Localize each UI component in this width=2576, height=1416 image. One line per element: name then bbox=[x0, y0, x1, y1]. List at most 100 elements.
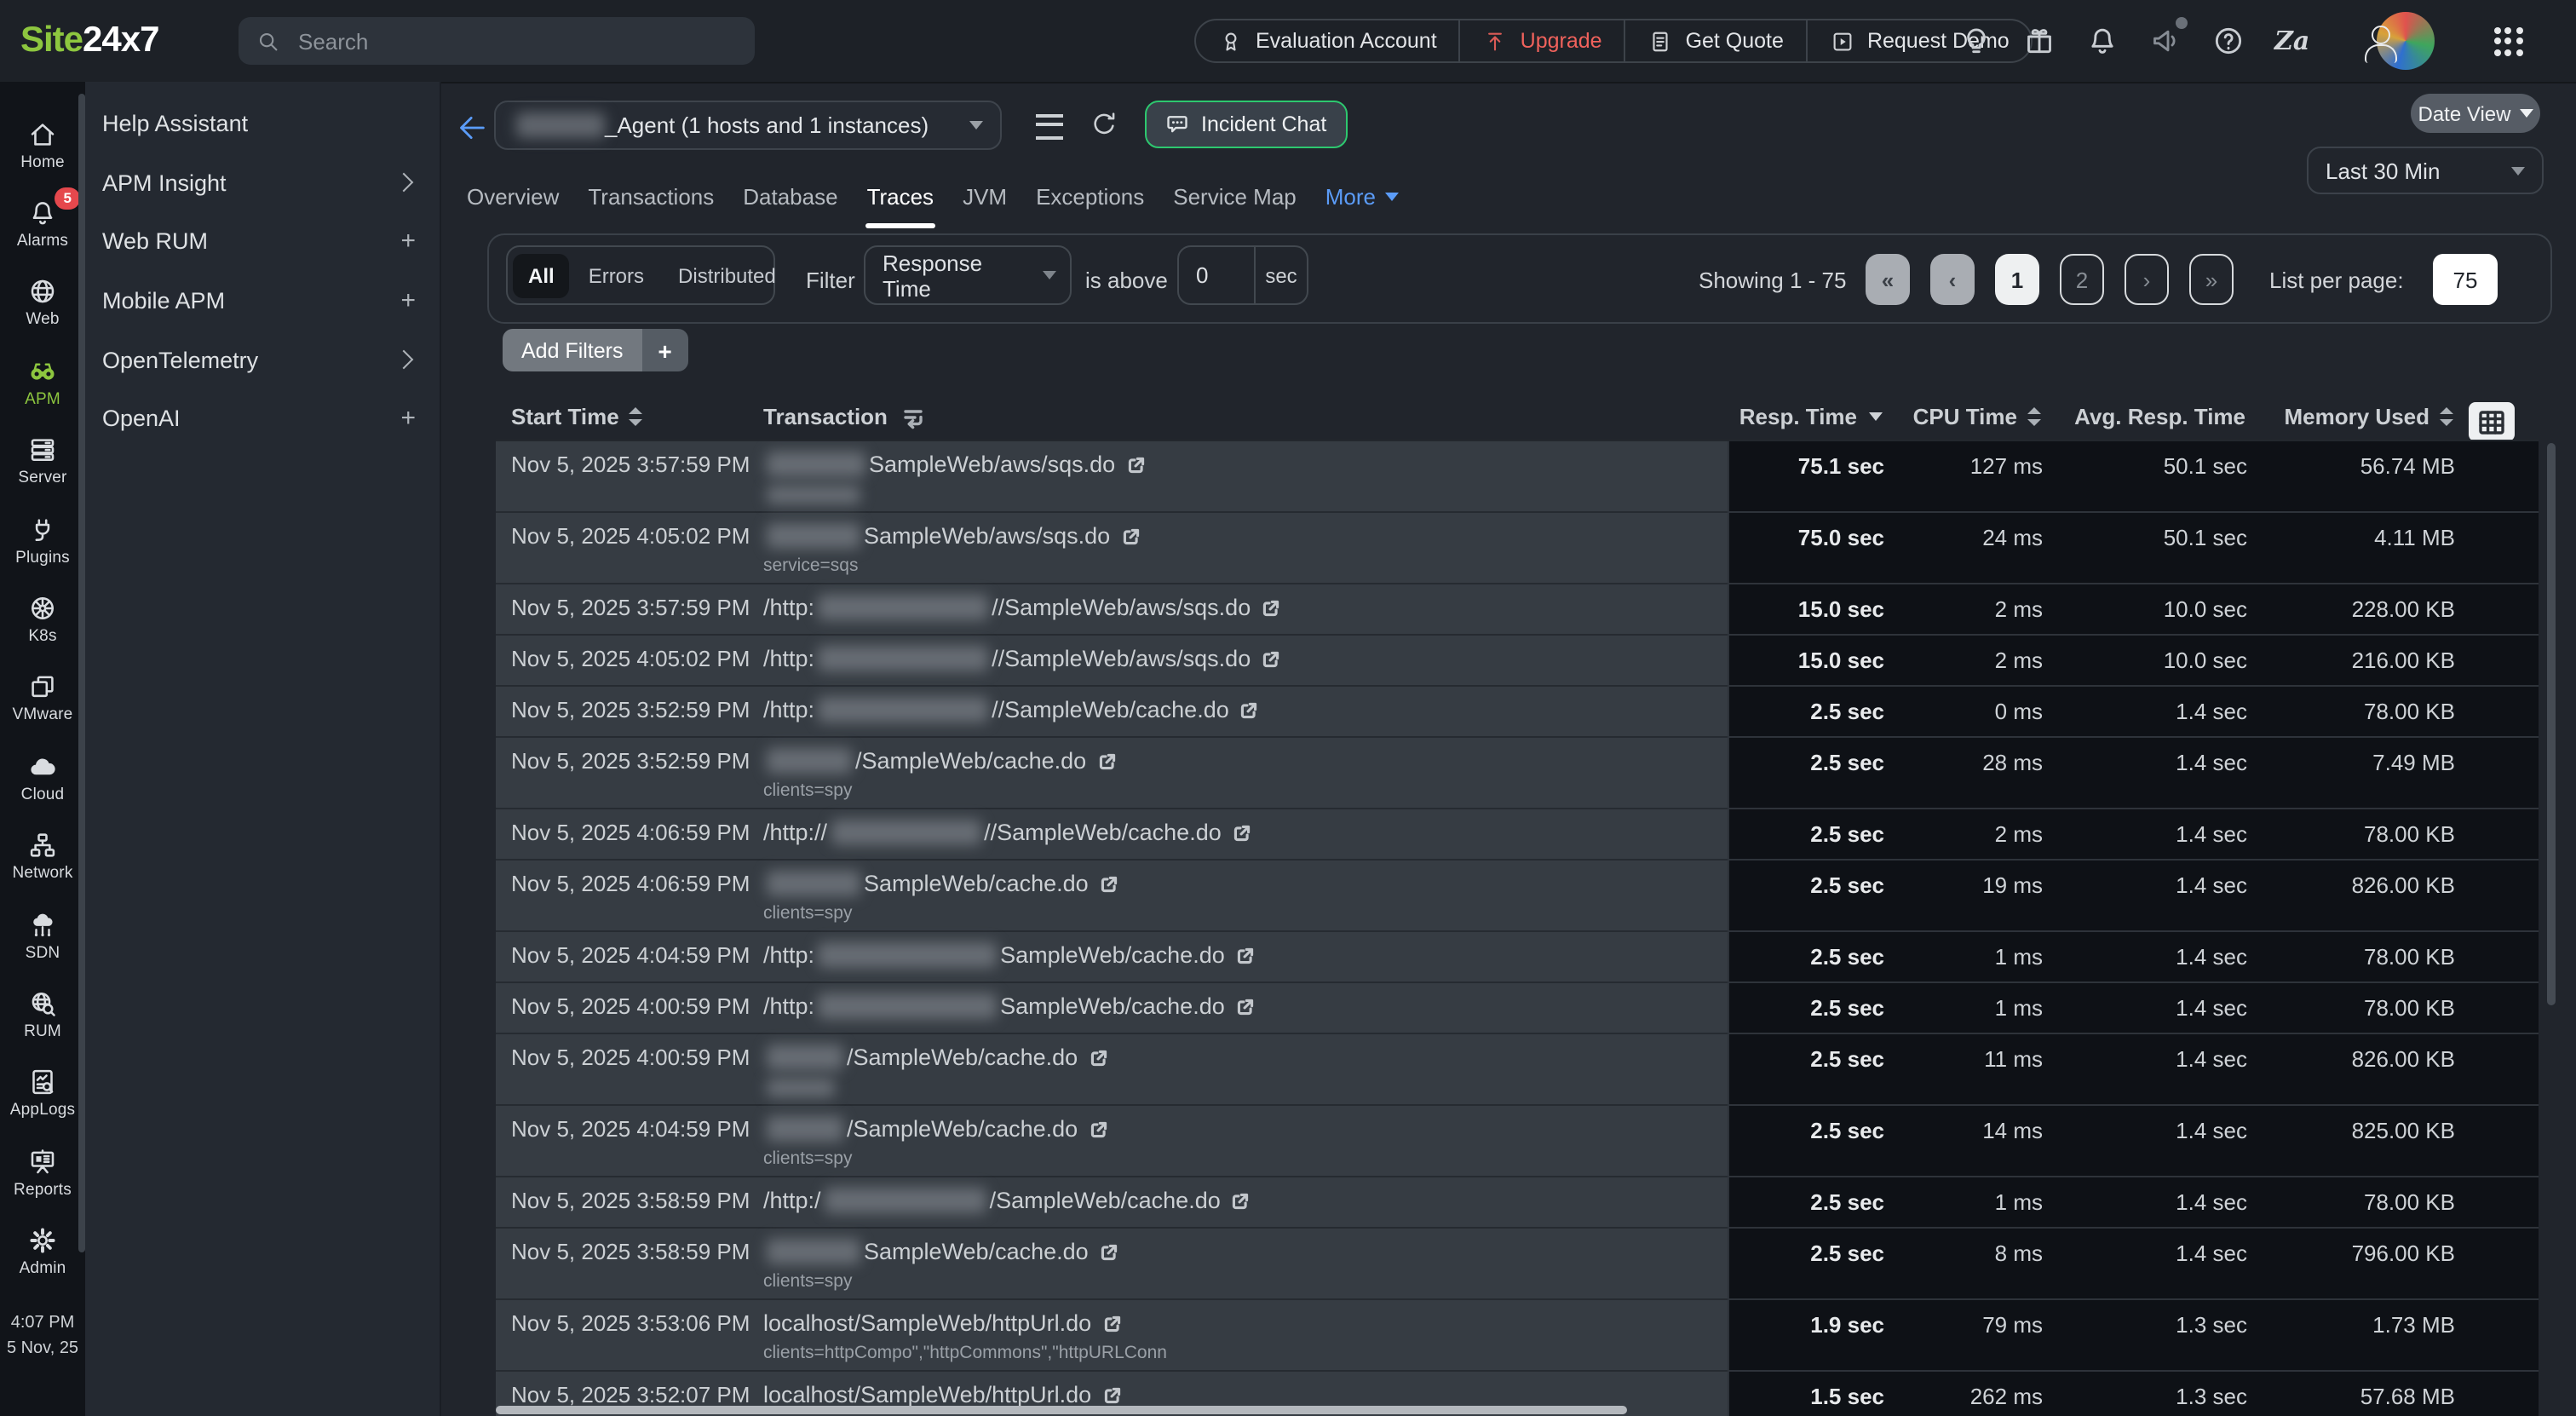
sidebar-item-rum[interactable]: RUM bbox=[0, 976, 85, 1055]
pager-button-x[interactable]: « bbox=[1866, 254, 1910, 305]
sidebar-item-reports[interactable]: Reports bbox=[0, 1133, 85, 1212]
incident-chat-button[interactable]: Incident Chat bbox=[1145, 101, 1347, 148]
evaluation-account-button[interactable]: Evaluation Account bbox=[1196, 20, 1459, 61]
transaction-link[interactable]: /http://SampleWeb/aws/sqs.do bbox=[763, 595, 1728, 620]
transaction-link[interactable]: SampleWeb/cache.do bbox=[763, 871, 1728, 896]
sidebar-item-apm[interactable]: APM bbox=[0, 342, 85, 422]
back-button[interactable] bbox=[455, 111, 489, 145]
horizontal-scrollbar[interactable] bbox=[496, 1406, 1627, 1414]
megaphone-icon[interactable] bbox=[2148, 24, 2182, 58]
tab-exceptions[interactable]: Exceptions bbox=[1036, 183, 1144, 209]
sidebar-item-server[interactable]: Server bbox=[0, 422, 85, 501]
pager-button-x[interactable]: › bbox=[2125, 254, 2169, 305]
upgrade-button[interactable]: Upgrade bbox=[1459, 20, 1624, 61]
subsidebar-item-mobile-apm[interactable]: Mobile APM+ bbox=[85, 271, 440, 330]
tab-overview[interactable]: Overview bbox=[467, 183, 559, 209]
subsidebar-item-web-rum[interactable]: Web RUM+ bbox=[85, 212, 440, 271]
sidebar-item-cloud[interactable]: Cloud bbox=[0, 738, 85, 817]
help-icon[interactable] bbox=[2211, 24, 2245, 58]
column-transaction[interactable]: Transaction bbox=[758, 404, 1728, 429]
table-row[interactable]: Nov 5, 2025 4:00:59 PM/SampleWeb/cache.d… bbox=[496, 1034, 2539, 1106]
transaction-link[interactable]: SampleWeb/cache.do bbox=[763, 1239, 1728, 1264]
segment-distributed[interactable]: Distributed bbox=[663, 253, 791, 297]
table-row[interactable]: Nov 5, 2025 3:57:59 PM/http://SampleWeb/… bbox=[496, 584, 2539, 636]
transaction-link[interactable]: /SampleWeb/cache.do bbox=[763, 1116, 1728, 1142]
segment-errors[interactable]: Errors bbox=[573, 253, 659, 297]
transaction-link[interactable]: /http://SampleWeb/cache.do bbox=[763, 1188, 1728, 1213]
global-search[interactable] bbox=[239, 17, 755, 65]
transaction-link[interactable]: localhost/SampleWeb/httpUrl.do bbox=[763, 1382, 1728, 1407]
subsidebar-item-apm-insight[interactable]: APM Insight bbox=[85, 153, 440, 211]
add-filters-button[interactable]: Add Filters + bbox=[503, 329, 688, 371]
column-memory-used[interactable]: Memory Used bbox=[2245, 404, 2453, 429]
column-picker-button[interactable] bbox=[2469, 402, 2515, 441]
pager-button-2[interactable]: 2 bbox=[2060, 254, 2104, 305]
search-input[interactable] bbox=[295, 26, 710, 55]
get-quote-button[interactable]: Get Quote bbox=[1624, 20, 1806, 61]
transaction-link[interactable]: /http://SampleWeb/aws/sqs.do bbox=[763, 646, 1728, 671]
tab-transactions[interactable]: Transactions bbox=[588, 183, 714, 209]
lightbulb-icon[interactable] bbox=[1959, 24, 1993, 58]
table-row[interactable]: Nov 5, 2025 4:05:02 PM/http://SampleWeb/… bbox=[496, 636, 2539, 687]
tab-service-map[interactable]: Service Map bbox=[1173, 183, 1297, 209]
sidebar-scrollbar[interactable] bbox=[78, 94, 84, 1252]
segment-all[interactable]: All bbox=[513, 253, 570, 297]
table-row[interactable]: Nov 5, 2025 3:52:59 PM/SampleWeb/cache.d… bbox=[496, 738, 2539, 809]
sidebar-item-vmware[interactable]: VMware bbox=[0, 659, 85, 738]
transaction-link[interactable]: /http:SampleWeb/cache.do bbox=[763, 942, 1728, 968]
subsidebar-item-help-assistant[interactable]: Help Assistant bbox=[85, 94, 440, 153]
transaction-link[interactable]: localhost/SampleWeb/httpUrl.do bbox=[763, 1310, 1728, 1336]
subsidebar-item-opentelemetry[interactable]: OpenTelemetry bbox=[85, 331, 440, 389]
refresh-icon[interactable] bbox=[1089, 109, 1119, 140]
transaction-link[interactable]: /SampleWeb/cache.do bbox=[763, 1045, 1728, 1070]
gift-icon[interactable] bbox=[2022, 24, 2056, 58]
threshold-input[interactable]: 0 sec bbox=[1177, 245, 1308, 305]
tab-database[interactable]: Database bbox=[743, 183, 837, 209]
tab-jvm[interactable]: JVM bbox=[963, 183, 1007, 209]
tab-more[interactable]: More bbox=[1325, 183, 1398, 209]
table-row[interactable]: Nov 5, 2025 4:04:59 PM/SampleWeb/cache.d… bbox=[496, 1106, 2539, 1177]
table-row[interactable]: Nov 5, 2025 4:00:59 PM/http:SampleWeb/ca… bbox=[496, 983, 2539, 1034]
application-selector[interactable]: _Agent (1 hosts and 1 instances) bbox=[494, 101, 1002, 150]
list-per-page-input[interactable]: 75 bbox=[2433, 254, 2498, 305]
sidebar-item-sdn[interactable]: SDN bbox=[0, 896, 85, 976]
threshold-value[interactable]: 0 bbox=[1179, 247, 1254, 303]
column-avg-resp-time[interactable]: Avg. Resp. Time bbox=[2041, 404, 2245, 429]
transaction-link[interactable]: /http:////SampleWeb/cache.do bbox=[763, 820, 1728, 845]
site24x7-logo[interactable]: Site24x7 bbox=[20, 0, 158, 82]
sidebar-item-alarms[interactable]: Alarms5 bbox=[0, 185, 85, 264]
menu-icon[interactable] bbox=[1036, 114, 1063, 140]
sidebar-item-web[interactable]: Web bbox=[0, 264, 85, 343]
pager-button-x[interactable]: ‹ bbox=[1930, 254, 1975, 305]
sidebar-item-network[interactable]: Network bbox=[0, 817, 85, 896]
user-avatar[interactable] bbox=[2376, 12, 2434, 70]
sidebar-item-k8s[interactable]: K8s bbox=[0, 580, 85, 659]
transaction-link[interactable]: SampleWeb/aws/sqs.do bbox=[763, 523, 1728, 549]
zoho-icon[interactable]: Za bbox=[2274, 24, 2309, 58]
filter-field-dropdown[interactable]: Response Time bbox=[864, 245, 1072, 305]
table-row[interactable]: Nov 5, 2025 3:53:06 PMlocalhost/SampleWe… bbox=[496, 1300, 2539, 1372]
transaction-link[interactable]: /http:SampleWeb/cache.do bbox=[763, 993, 1728, 1019]
app-launcher-icon[interactable] bbox=[2493, 26, 2522, 55]
table-row[interactable]: Nov 5, 2025 3:52:59 PM/http://SampleWeb/… bbox=[496, 687, 2539, 738]
table-row[interactable]: Nov 5, 2025 3:58:59 PMSampleWeb/cache.do… bbox=[496, 1229, 2539, 1300]
transaction-link[interactable]: /SampleWeb/cache.do bbox=[763, 748, 1728, 774]
column-start-time[interactable]: Start Time bbox=[496, 404, 758, 429]
transaction-link[interactable]: SampleWeb/aws/sqs.do bbox=[763, 452, 1728, 477]
sidebar-item-applogs[interactable]: AppLogs bbox=[0, 1054, 85, 1133]
sidebar-item-admin[interactable]: Admin bbox=[0, 1212, 85, 1292]
table-row[interactable]: Nov 5, 2025 3:58:59 PM/http://SampleWeb/… bbox=[496, 1177, 2539, 1229]
column-cpu-time[interactable]: CPU Time bbox=[1883, 404, 2041, 429]
subsidebar-item-openai[interactable]: OpenAI+ bbox=[85, 389, 440, 448]
column-resp-time[interactable]: Resp. Time bbox=[1728, 404, 1883, 429]
pager-button-x[interactable]: » bbox=[2189, 254, 2234, 305]
sidebar-item-plugins[interactable]: Plugins bbox=[0, 501, 85, 580]
pager-button-1[interactable]: 1 bbox=[1995, 254, 2039, 305]
vertical-scrollbar[interactable] bbox=[2547, 443, 2556, 1005]
tab-traces[interactable]: Traces bbox=[867, 183, 934, 209]
date-view-button[interactable]: Date View bbox=[2411, 94, 2540, 133]
transaction-link[interactable]: /http://SampleWeb/cache.do bbox=[763, 697, 1728, 722]
table-row[interactable]: Nov 5, 2025 4:04:59 PM/http:SampleWeb/ca… bbox=[496, 932, 2539, 983]
table-row[interactable]: Nov 5, 2025 4:06:59 PM/http:////SampleWe… bbox=[496, 809, 2539, 861]
table-row[interactable]: Nov 5, 2025 4:06:59 PMSampleWeb/cache.do… bbox=[496, 861, 2539, 932]
